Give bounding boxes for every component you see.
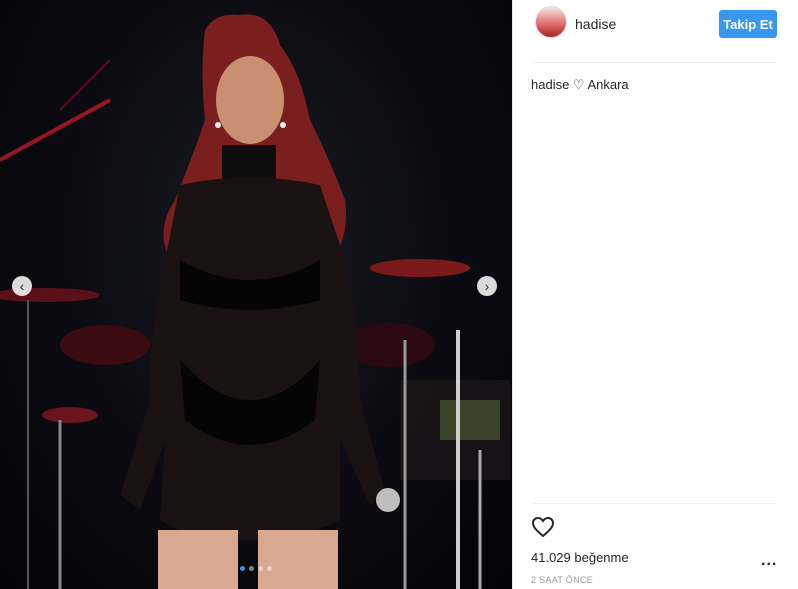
previous-arrow-icon[interactable]: ‹ [12, 276, 32, 296]
post-caption: hadise ♡ Ankara [531, 77, 629, 92]
post-header: hadise Takip Et [513, 0, 798, 62]
cymbal-right [370, 259, 470, 277]
stage-scene [0, 14, 510, 589]
likes-count[interactable]: 41.029 beğenme [531, 550, 629, 565]
more-options-button[interactable]: ... [761, 552, 777, 570]
post-photo[interactable]: ‹ › [0, 0, 512, 589]
header-divider [533, 62, 777, 63]
carousel-dot [258, 566, 263, 571]
actions-divider [533, 503, 777, 504]
next-arrow-icon[interactable]: › [477, 276, 497, 296]
avatar[interactable] [535, 6, 567, 38]
post-timestamp: 2 SAAT ÖNCE [531, 575, 593, 585]
post-details-panel: hadise Takip Et hadise ♡ Ankara 41.029 b… [512, 0, 798, 589]
follow-button[interactable]: Takip Et [719, 10, 777, 38]
performer [120, 14, 400, 589]
carousel-dot [249, 566, 254, 571]
microphone [376, 488, 400, 512]
carousel-dot [267, 566, 272, 571]
heart-icon[interactable] [531, 516, 555, 538]
drum-left [60, 325, 150, 365]
username-link[interactable]: hadise [575, 16, 616, 32]
carousel-indicator [240, 566, 272, 571]
carousel-dot [240, 566, 245, 571]
